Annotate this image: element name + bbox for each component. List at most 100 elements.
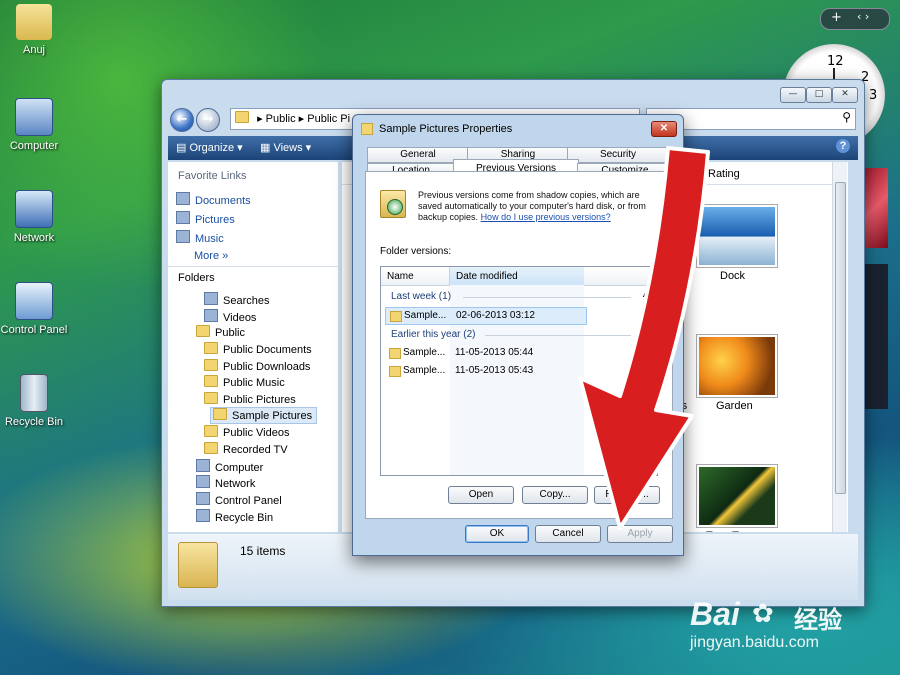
tree-item-control-panel[interactable]: Control Panel [196,492,282,507]
control-panel-icon [15,282,53,320]
folder-icon [204,425,218,437]
tree-item-recorded-tv[interactable]: Recorded TV [204,442,288,456]
pictures-icon [176,211,190,224]
navigation-pane: Favorite Links Documents Pictures Music … [168,162,338,532]
views-label: Views [273,142,303,154]
add-gadget-button[interactable]: + [831,10,842,25]
scrollbar-thumb[interactable] [835,182,846,494]
breadcrumb-separator: ▸ [298,113,308,125]
tree-item-public-downloads[interactable]: Public Downloads [204,359,310,373]
computer-icon [196,459,210,472]
version-date: 11-05-2013 05:43 [455,365,534,376]
tree-item-searches[interactable]: Searches [204,292,269,307]
open-button[interactable]: Open [448,486,514,504]
dialog-title: Sample Pictures Properties [379,123,513,135]
minimize-button[interactable]: — [780,87,806,103]
vertical-scrollbar[interactable] [832,162,847,532]
folder-icon [389,348,401,359]
desktop-icon-anuj[interactable]: Anuj [0,4,74,56]
breadcrumb-separator: ▸ [257,113,266,125]
search-icon[interactable]: ⚲ [842,110,851,124]
tree-item-label: Searches [223,295,270,307]
group-header[interactable]: Earlier this year (2) [391,329,475,340]
desktop-icon-network[interactable]: Network [0,190,74,244]
desktop-icon-control-panel[interactable]: Control Panel [0,282,74,336]
folder-icon [361,123,373,135]
gadget-nav-button[interactable]: ‹ › [857,10,869,23]
folder-icon [204,375,218,387]
views-button[interactable]: ▦ Views ▾ [260,141,311,154]
desktop-icon-label: Network [13,232,55,244]
column-name[interactable]: Name [387,271,414,282]
version-row[interactable]: Sample... 11-05-2013 05:44 [385,345,585,361]
folder-icon [196,325,210,337]
tree-item-label: Control Panel [215,495,282,507]
user-folder-icon [16,4,52,40]
ok-button[interactable]: OK [465,525,529,543]
tree-item-label: Network [215,478,256,490]
tree-item-recycle-bin[interactable]: Recycle Bin [196,509,273,524]
favorite-link-documents[interactable]: Documents [176,192,251,207]
desktop-icon-recycle-bin[interactable]: Recycle Bin [0,374,74,428]
tree-item-label: Public Pictures [223,394,296,406]
watermark-brand-cn: 经验 [794,607,842,634]
tree-item-computer[interactable]: Computer [196,459,263,474]
column-date: Date modified [456,271,518,282]
maximize-button[interactable]: □ [806,87,832,103]
tree-item-public[interactable]: Public [196,325,245,339]
tree-item-sample-pictures[interactable]: Sample Pictures [210,407,318,424]
item-count: 15 items [240,544,286,558]
group-header[interactable]: Last week (1) [391,291,451,302]
tree-item-label: Public Downloads [223,361,311,373]
favorite-link-music[interactable]: Music [176,230,224,245]
divider [168,266,338,267]
breadcrumb-item[interactable]: Public Pi [307,113,350,125]
tree-item-label: Public Videos [223,427,290,439]
close-button[interactable]: ✕ [832,87,858,103]
folder-versions-label: Folder versions: [380,246,452,257]
favorite-link-pictures[interactable]: Pictures [176,211,235,226]
breadcrumb-item[interactable]: Public [266,113,296,125]
folder-icon [178,542,218,588]
organize-button[interactable]: ▤ Organize ▾ [176,141,243,154]
organize-icon: ▤ [176,142,190,154]
recycle-bin-icon [20,374,48,412]
more-label: More [194,250,220,262]
recycle-bin-icon [196,509,210,522]
tree-item-public-pictures[interactable]: Public Pictures [204,392,296,406]
dialog-close-button[interactable]: ✕ [651,121,677,137]
version-name: Sample... [404,310,447,321]
help-icon[interactable]: ? [836,139,850,153]
desktop-icon-computer[interactable]: Computer [0,98,74,152]
favorite-links-heading: Favorite Links [178,170,247,182]
tree-item-label: Videos [223,312,257,324]
computer-icon [15,98,53,136]
tree-item-public-videos[interactable]: Public Videos [204,425,289,439]
tree-item-label: Public Documents [223,344,312,356]
forward-arrow-icon[interactable]: → [196,108,220,132]
network-icon [196,475,210,488]
tree-item-label: Public Music [223,377,285,389]
more-link[interactable]: More » [194,250,228,262]
desktop-icon-label: Anuj [22,44,46,56]
tree-item-public-documents[interactable]: Public Documents [204,342,312,356]
tree-item-label: Recorded TV [223,444,288,456]
version-date: 02-06-2013 03:12 [456,310,535,321]
folder-icon [235,111,249,123]
arrow-shape [578,146,710,530]
folder-icon [204,342,218,354]
version-date: 11-05-2013 05:44 [455,347,534,358]
desktop-icon-label: Control Panel [0,324,68,336]
folder-icon [204,392,218,404]
views-icon: ▦ [260,142,274,154]
gadget-photo [862,168,888,248]
folders-heading[interactable]: Folders [178,272,215,284]
tree-item-network[interactable]: Network [196,475,255,490]
tree-item-videos[interactable]: Videos [204,309,256,324]
folder-icon [389,366,401,377]
watermark-brand: Bai [690,596,740,632]
back-arrow-icon[interactable]: ← [170,108,194,132]
version-row[interactable]: Sample... 11-05-2013 05:43 [385,363,585,379]
tree-item-public-music[interactable]: Public Music [204,375,285,389]
version-row-selected[interactable]: Sample... 02-06-2013 03:12 [385,307,587,325]
